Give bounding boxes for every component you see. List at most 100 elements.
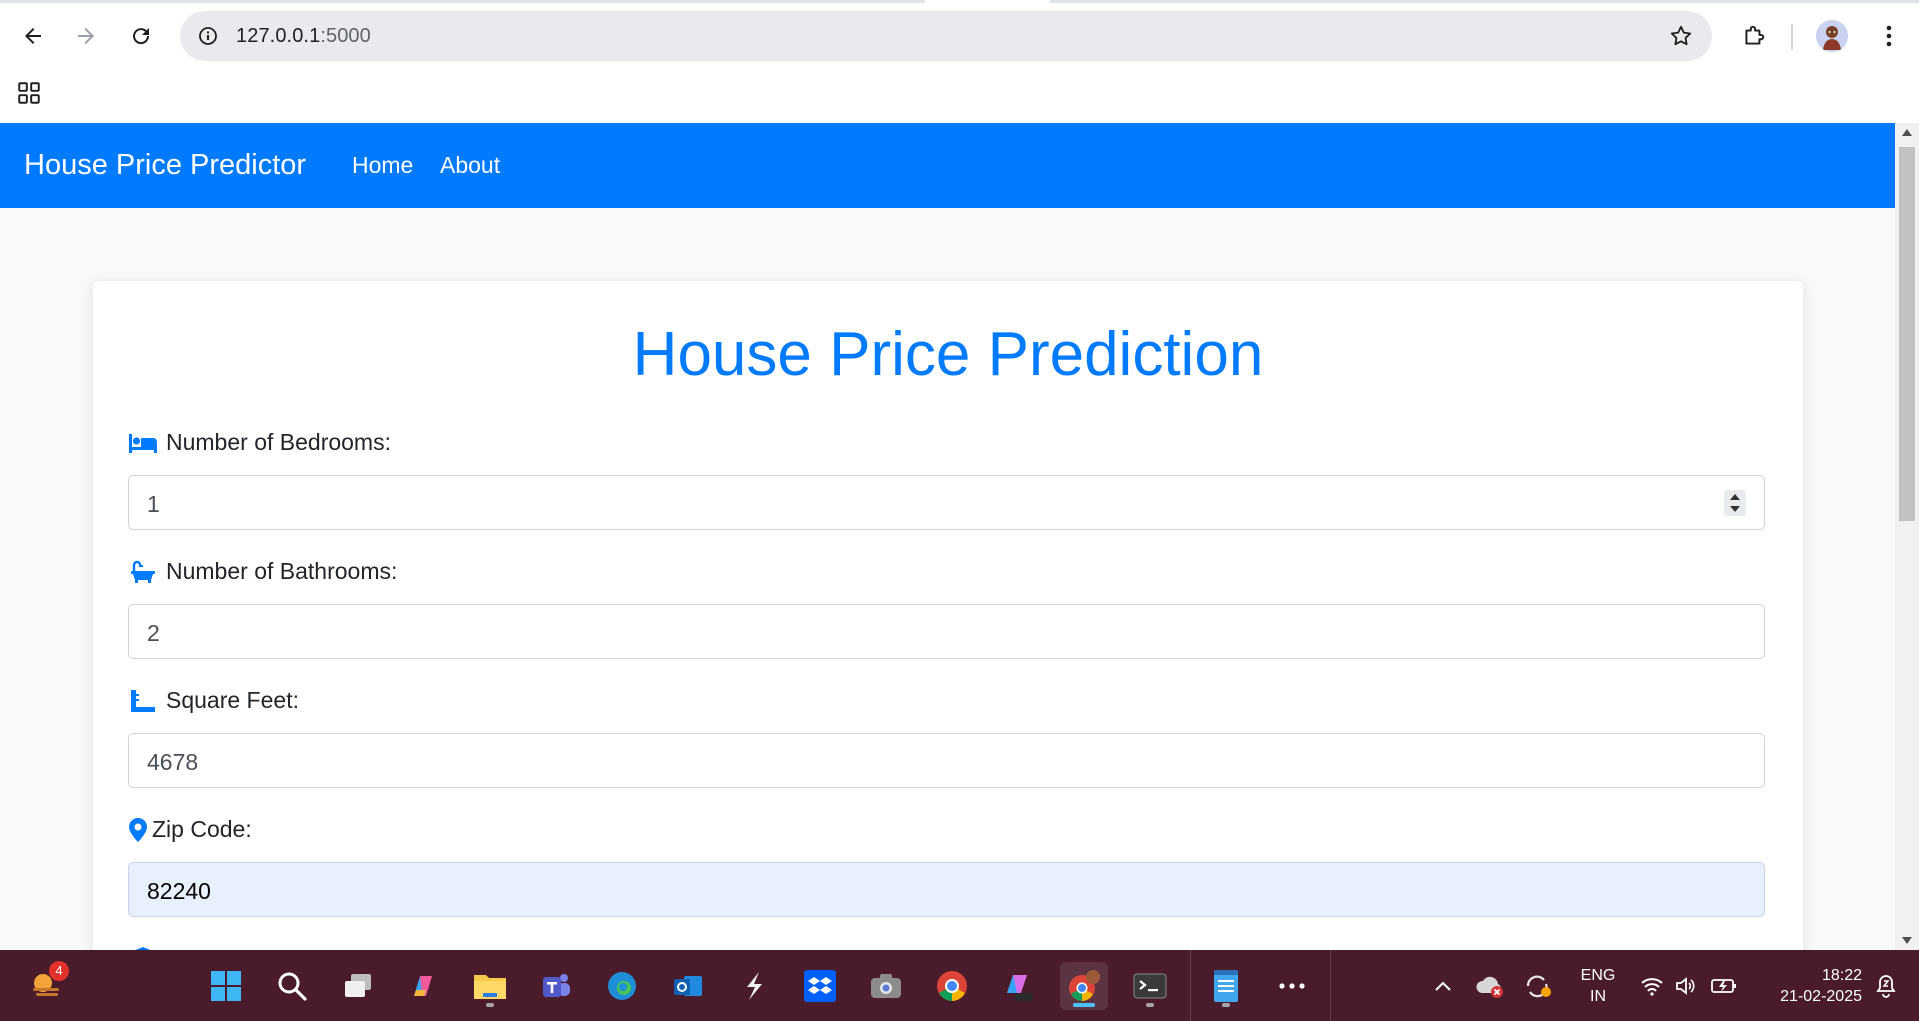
- square-feet-value: 4678: [147, 749, 199, 775]
- search-icon: [278, 972, 307, 1001]
- bedrooms-label: Number of Bedrooms:: [128, 429, 391, 456]
- navbar-brand[interactable]: House Price Predictor: [24, 149, 306, 182]
- square-feet-input[interactable]: 4678: [128, 733, 1765, 788]
- scrollbar-thumb[interactable]: [1899, 147, 1915, 521]
- browser-menu-button[interactable]: [1874, 17, 1904, 55]
- kebab-menu-icon: [1886, 25, 1892, 47]
- clock-time: 18:22: [1821, 967, 1862, 984]
- windows-taskbar: 4 ENG IN 18:22 21-02-2025: [0, 950, 1919, 1021]
- tab-strip: [0, 0, 1919, 3]
- address-bar[interactable]: 127.0.0.1:5000: [180, 11, 1712, 61]
- arrow-right-icon: [78, 28, 94, 44]
- dropbox-icon: [804, 970, 836, 1002]
- battery-charging-icon: [1711, 979, 1736, 993]
- copilot-icon: [414, 976, 432, 996]
- task-view-icon: [345, 974, 371, 997]
- puzzle-icon: [1745, 25, 1765, 45]
- page-viewport: House Price Predictor Home About House P…: [0, 123, 1895, 950]
- notepad-icon: [1214, 970, 1238, 1002]
- chrome-profile-icon: [1069, 970, 1100, 1001]
- toolbar-divider: [1791, 24, 1793, 50]
- teams-app[interactable]: [532, 962, 580, 1010]
- stepper-down-icon[interactable]: [1730, 506, 1740, 512]
- volume-status[interactable]: [1668, 962, 1704, 1010]
- teams-icon: [543, 974, 570, 997]
- outlook-icon: [674, 976, 702, 996]
- microsoft-365-app[interactable]: [994, 962, 1042, 1010]
- dropbox-app[interactable]: [796, 962, 844, 1010]
- square-feet-label: Square Feet:: [128, 687, 299, 714]
- wifi-status[interactable]: [1632, 962, 1672, 1010]
- terminal-app[interactable]: [1126, 962, 1174, 1010]
- url-text: 127.0.0.1:5000: [236, 25, 371, 48]
- site-info-icon[interactable]: [194, 22, 222, 50]
- cloud-error-icon: [1476, 976, 1503, 998]
- forward-button[interactable]: [67, 17, 105, 55]
- terminal-icon: [1133, 973, 1167, 999]
- profile-avatar[interactable]: [1816, 20, 1848, 52]
- bell-snooze-icon: [1876, 975, 1896, 998]
- outlook-app[interactable]: [664, 962, 712, 1010]
- clock-date: 21-02-2025: [1780, 988, 1862, 1005]
- search-button[interactable]: [268, 962, 316, 1010]
- map-marker-icon: [128, 817, 148, 843]
- nav-link-home[interactable]: Home: [352, 152, 413, 179]
- edge-app[interactable]: [598, 962, 646, 1010]
- browser-chrome: 127.0.0.1:5000: [0, 0, 1919, 123]
- task-view-button[interactable]: [334, 962, 382, 1010]
- battery-status[interactable]: [1704, 962, 1744, 1010]
- file-explorer-app[interactable]: [466, 962, 514, 1010]
- weather-badge: 4: [49, 961, 69, 981]
- clock[interactable]: 18:22 21-02-2025: [1754, 965, 1862, 1007]
- scroll-up-icon[interactable]: [1902, 129, 1912, 136]
- camera-icon: [871, 974, 901, 998]
- bedrooms-input[interactable]: 1: [128, 475, 1765, 530]
- reload-button[interactable]: [122, 17, 160, 55]
- page-title: House Price Prediction: [632, 320, 1264, 389]
- chrome-app[interactable]: [928, 962, 976, 1010]
- notifications-button[interactable]: [1866, 962, 1906, 1010]
- scroll-down-icon[interactable]: [1902, 937, 1912, 944]
- copilot-app[interactable]: [400, 962, 448, 1010]
- page-scrollbar[interactable]: [1895, 123, 1919, 950]
- onedrive-status[interactable]: [1468, 962, 1512, 1010]
- running-indicator: [486, 1003, 494, 1007]
- input-language[interactable]: ENG IN: [1572, 965, 1624, 1007]
- language-code: ENG: [1580, 967, 1616, 984]
- bed-icon: [128, 430, 158, 456]
- zip-code-label: Zip Code:: [128, 816, 252, 843]
- zip-code-label-text: Zip Code:: [152, 816, 252, 842]
- folder-icon: [474, 975, 506, 999]
- notepad-app[interactable]: [1202, 962, 1250, 1010]
- bathrooms-label: Number of Bathrooms:: [128, 558, 397, 585]
- app-s-shortcut[interactable]: [730, 962, 778, 1010]
- more-apps-button[interactable]: [1268, 962, 1316, 1010]
- sync-status[interactable]: [1516, 962, 1560, 1010]
- back-button[interactable]: [14, 17, 52, 55]
- zip-code-value: 82240: [147, 878, 211, 904]
- running-indicator: [1146, 1003, 1154, 1007]
- ellipsis-icon: [1279, 983, 1305, 989]
- square-feet-label-text: Square Feet:: [166, 687, 299, 713]
- chevron-up-icon: [1435, 981, 1451, 991]
- bath-icon: [128, 559, 158, 585]
- avatar-icon: [1816, 20, 1848, 52]
- extensions-button[interactable]: [1735, 17, 1773, 55]
- chrome-icon: [937, 971, 967, 1001]
- apps-grid-icon[interactable]: [16, 80, 42, 106]
- bathrooms-input[interactable]: 2: [128, 604, 1765, 659]
- chrome-profile-app-active[interactable]: [1060, 962, 1108, 1010]
- zip-code-input[interactable]: 82240: [128, 862, 1765, 917]
- stepper-up-icon[interactable]: [1730, 494, 1740, 500]
- camera-app[interactable]: [862, 962, 910, 1010]
- bedrooms-stepper[interactable]: [1724, 490, 1746, 516]
- running-indicator: [1222, 1003, 1230, 1007]
- bookmark-star-icon[interactable]: [1668, 23, 1694, 49]
- taskbar-divider: [1330, 950, 1331, 1021]
- show-hidden-icons-button[interactable]: [1420, 962, 1466, 1010]
- arrow-left-icon: [25, 28, 41, 44]
- nav-link-about[interactable]: About: [440, 152, 500, 179]
- windows-logo-icon: [211, 971, 241, 1001]
- bedrooms-label-text: Number of Bedrooms:: [166, 429, 391, 455]
- start-button[interactable]: [202, 962, 250, 1010]
